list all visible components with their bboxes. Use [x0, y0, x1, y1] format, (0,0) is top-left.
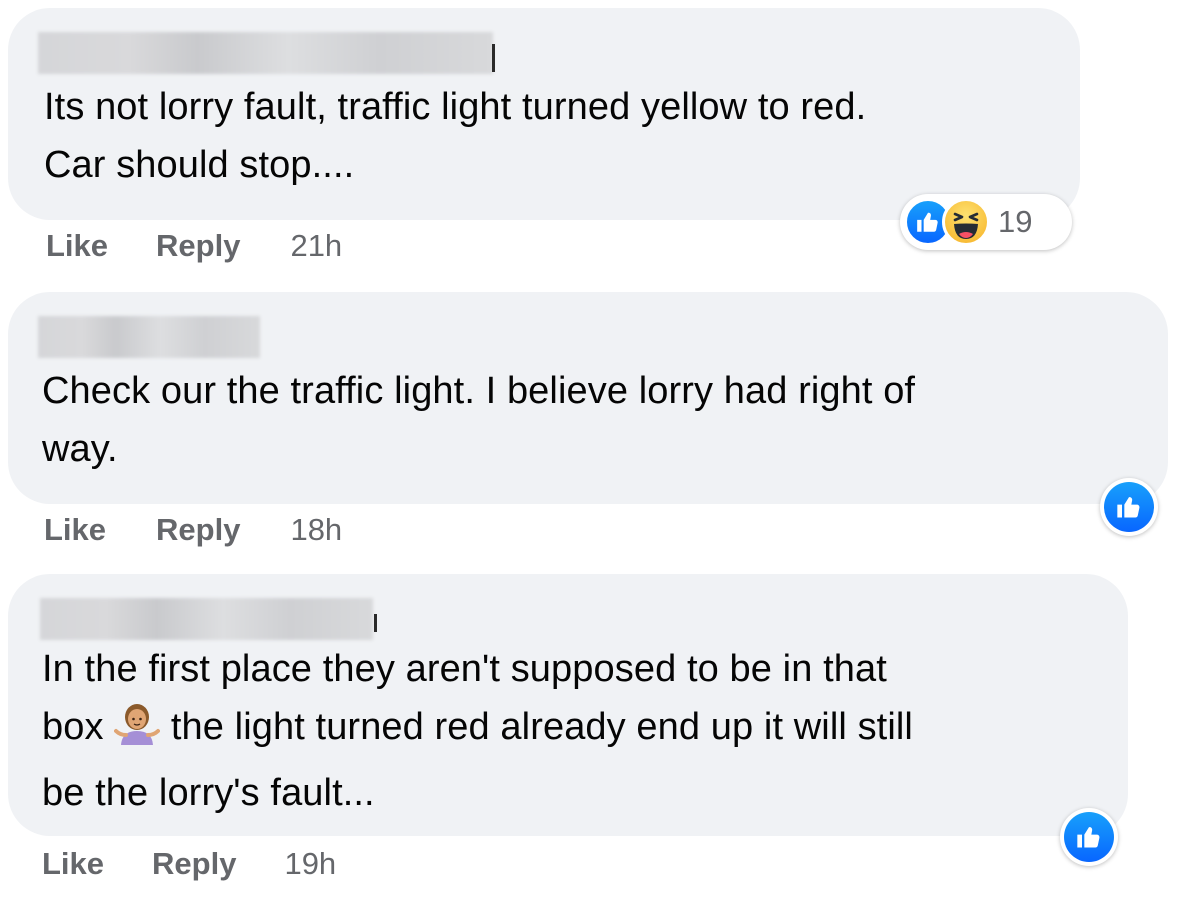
author-name-blurred[interactable]	[38, 316, 260, 358]
like-icon	[1064, 812, 1114, 862]
comment-text: Check our the traffic light. I believe l…	[42, 370, 916, 470]
like-button[interactable]: Like	[44, 512, 106, 548]
reaction-summary[interactable]	[1100, 478, 1158, 536]
author-name-blurred[interactable]	[38, 32, 493, 74]
like-button[interactable]: Like	[46, 228, 108, 264]
comment-text: In the first place they aren't supposed …	[42, 640, 1102, 822]
reaction-summary[interactable]	[1060, 808, 1118, 866]
like-icon	[1104, 482, 1154, 532]
timestamp[interactable]: 21h	[290, 228, 342, 264]
comment-actions: Like Reply 19h	[42, 846, 336, 882]
author-name-blurred[interactable]	[40, 598, 373, 640]
reaction-summary[interactable]: 19	[900, 194, 1072, 250]
author-name-fragment	[492, 44, 495, 72]
woman-shrugging-icon	[114, 701, 161, 764]
author-name-fragment	[374, 614, 377, 632]
reply-button[interactable]: Reply	[156, 228, 240, 264]
comment-text-part: the light turned red already end up it w…	[42, 706, 913, 814]
timestamp[interactable]: 18h	[290, 512, 342, 548]
comment-text: Its not lorry fault, traffic light turne…	[44, 86, 867, 186]
timestamp[interactable]: 19h	[284, 846, 336, 882]
comment-actions: Like Reply 21h	[46, 228, 342, 264]
reply-button[interactable]: Reply	[152, 846, 236, 882]
haha-icon	[942, 198, 990, 246]
reaction-count: 19	[998, 204, 1033, 239]
comment-actions: Like Reply 18h	[44, 512, 342, 548]
like-button[interactable]: Like	[42, 846, 104, 882]
reply-button[interactable]: Reply	[156, 512, 240, 548]
